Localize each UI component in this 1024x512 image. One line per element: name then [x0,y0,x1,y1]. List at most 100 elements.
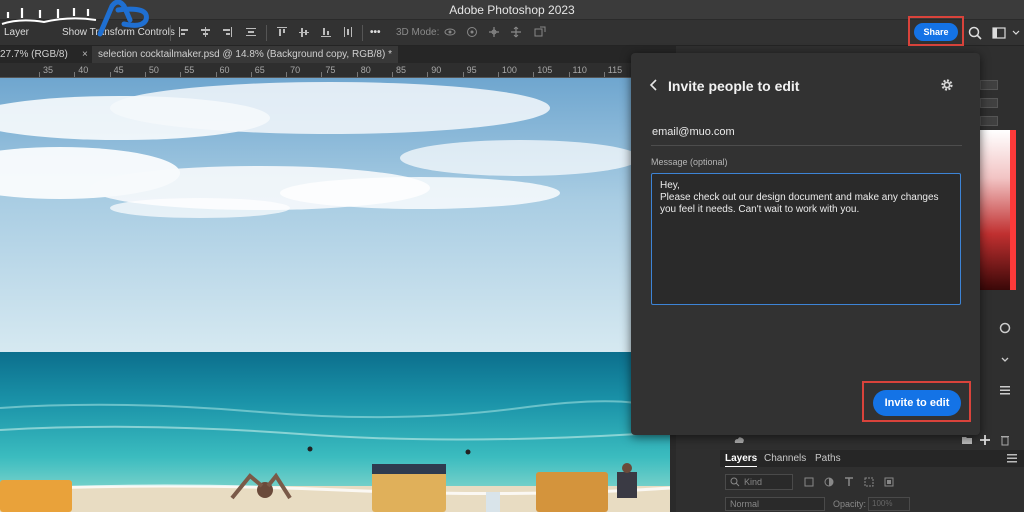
ruler-tick [533,72,535,77]
ruler-tick-label: 60 [219,65,230,75]
align-left-icon[interactable] [178,26,190,38]
properties-icon[interactable] [999,322,1011,334]
ruler-tick-label: 110 [572,65,587,75]
align-top-icon[interactable] [276,26,288,38]
options-bar: Layer Show Transform Controls ••• 3D Mod… [0,20,1024,46]
ruler-tick-label: 115 [607,65,623,75]
ruler-tick-label: 95 [466,65,477,75]
trash-icon[interactable] [999,434,1011,446]
document-tab-1[interactable]: 27.7% (RGB/8) [0,46,68,63]
ruler-tick [39,72,40,77]
horizontal-ruler: 3540455055606570758085909510010511011512… [0,63,676,78]
tab-layers[interactable]: Layers [725,450,758,467]
chevron-down-icon[interactable] [1011,26,1021,40]
distribute-vertical-icon[interactable] [342,26,354,38]
3d-roll-icon[interactable] [466,26,478,38]
smart-object-filter-icon[interactable] [883,476,895,488]
more-options-icon[interactable] [999,384,1011,396]
ruler-tick [144,72,146,77]
cloud-icon[interactable] [733,434,745,446]
document-tab-2[interactable]: selection cocktailmaker.psd @ 14.8% (Bac… [92,46,398,63]
close-tab-icon[interactable]: × [82,46,88,63]
color-field[interactable] [980,80,998,90]
ruler-tick [356,72,358,77]
window-title: Adobe Photoshop 2023 [449,3,575,17]
tab-paths[interactable]: Paths [815,450,841,467]
hue-slider[interactable] [1010,130,1016,290]
message-textarea[interactable]: Hey, Please check out our design documen… [651,173,961,305]
workspace-icon[interactable] [992,26,1006,40]
search-icon[interactable] [968,26,982,40]
ruler-tick [180,72,182,77]
ruler-tick [286,72,288,77]
align-middle-icon[interactable] [298,26,310,38]
new-layer-icon[interactable] [979,434,991,446]
gear-icon[interactable] [940,78,954,92]
divider [266,25,267,41]
ruler-tick [497,72,499,77]
email-field[interactable]: email@muo.com [652,126,735,138]
search-icon [729,476,741,488]
type-filter-icon[interactable] [843,476,855,488]
ruler-tick [568,72,570,77]
3d-orbit-icon[interactable] [444,26,456,38]
align-right-icon[interactable] [221,26,233,38]
message-label: Message (optional) [651,157,728,167]
ruler-tick [392,72,393,77]
align-center-icon[interactable] [199,26,211,38]
ruler-tick-label: 75 [325,65,336,75]
dialog-title: Invite people to edit [668,78,800,94]
site-logo [0,0,152,38]
divider [362,25,363,41]
share-button[interactable]: Share [914,23,958,41]
folder-icon[interactable] [961,434,973,446]
ruler-tick-label: 65 [254,65,265,75]
align-bottom-icon[interactable] [320,26,332,38]
color-field[interactable] [980,98,998,108]
3d-pan-icon[interactable] [488,26,500,38]
ruler-tick [215,72,217,77]
blend-mode-select[interactable]: Normal [725,497,825,511]
color-picker-field[interactable] [980,130,1010,290]
ruler-tick-label: 35 [43,65,54,75]
ruler-tick [74,72,76,77]
pixel-filter-icon[interactable] [803,476,815,488]
canvas-image[interactable] [0,78,670,512]
divider [170,25,171,41]
opacity-input[interactable]: 100% [868,497,910,511]
ruler-tick [462,72,464,77]
adjustment-filter-icon[interactable] [823,476,835,488]
color-field[interactable] [980,116,998,126]
back-chevron-icon[interactable] [649,79,659,91]
layers-panel-tabs: Layers Channels Paths [720,450,1024,467]
ruler-tick [603,72,605,77]
ruler-tick [321,72,323,77]
3d-mode-label: 3D Mode: [396,27,440,38]
ruler-tick-label: 85 [396,65,407,75]
ruler-tick-label: 105 [537,65,553,75]
ruler-tick-label: 70 [290,65,301,75]
opacity-label: Opacity: [833,499,867,509]
invite-dialog: Invite people to edit email@muo.com Mess… [631,53,980,435]
ruler-tick-label: 45 [113,65,124,75]
title-bar: Adobe Photoshop 2023 [0,0,1024,20]
ruler-tick-label: 40 [78,65,89,75]
ruler-tick [427,72,429,77]
invite-to-edit-button[interactable]: Invite to edit [873,390,961,416]
ruler-tick-label: 90 [431,65,442,75]
shape-filter-icon[interactable] [863,476,875,488]
chevron-down-icon[interactable] [999,354,1011,366]
ruler-tick-label: 80 [360,65,371,75]
panel-menu-icon[interactable] [1006,452,1018,464]
distribute-icon[interactable] [245,26,257,38]
3d-slide-icon[interactable] [510,26,522,38]
document-tab-bar: 27.7% (RGB/8) × selection cocktailmaker.… [0,46,700,63]
ruler-tick [109,72,111,77]
divider [651,145,962,146]
ruler-tick-label: 55 [184,65,195,75]
tab-channels[interactable]: Channels [764,450,806,467]
ruler-tick [250,72,252,77]
ruler-tick-label: 50 [148,65,159,75]
3d-scale-icon[interactable] [534,26,546,38]
more-options-button[interactable]: ••• [370,27,381,38]
